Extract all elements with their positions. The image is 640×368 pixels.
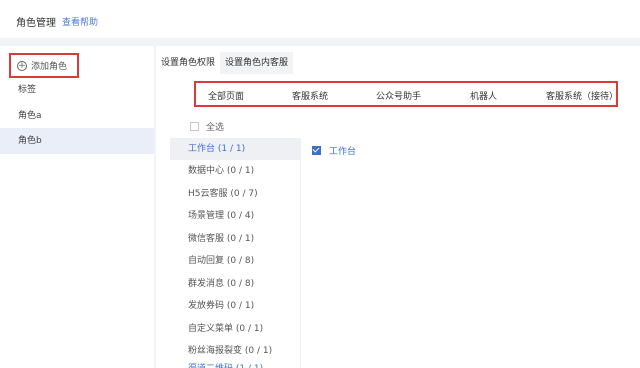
- plus-circle-icon: +: [17, 60, 27, 71]
- tab-role-permissions[interactable]: 设置角色权限: [156, 52, 220, 74]
- module-list: 工作台 (1 / 1) 数据中心 (0 / 1) H5云客服 (0 / 7) 场…: [170, 138, 300, 368]
- checkbox-checked-icon: [312, 146, 321, 155]
- category-official-account-helper[interactable]: 公众号助手: [376, 89, 421, 102]
- page-title: 角色管理: [16, 18, 56, 29]
- divider: [300, 138, 301, 368]
- list-item[interactable]: 渠道二维码 (1 / 1): [170, 358, 300, 368]
- category-service-reception[interactable]: 客服系统（接待）: [546, 89, 618, 102]
- add-role-button[interactable]: + 添加角色: [9, 53, 79, 78]
- list-item[interactable]: 数据中心 (0 / 1): [170, 160, 300, 182]
- list-item[interactable]: 微信客服 (0 / 1): [170, 228, 300, 250]
- add-role-label: 添加角色: [31, 62, 68, 72]
- select-all-checkbox[interactable]: 全选: [190, 120, 224, 133]
- category-service-system[interactable]: 客服系统: [292, 89, 328, 102]
- list-item[interactable]: H5云客服 (0 / 7): [170, 183, 300, 205]
- select-all-label: 全选: [206, 123, 225, 133]
- list-item[interactable]: 自动回复 (0 / 8): [170, 250, 300, 272]
- help-link[interactable]: 查看帮助: [62, 15, 98, 28]
- category-robot[interactable]: 机器人: [470, 89, 497, 102]
- category-filter-bar: 全部页面 客服系统 公众号助手 机器人 客服系统（接待）: [194, 81, 618, 107]
- main-panel: 设置角色权限 设置角色内客服 全部页面 客服系统 公众号助手 机器人 客服系统（…: [156, 46, 640, 368]
- permission-label: 工作台: [329, 147, 357, 157]
- category-all-pages[interactable]: 全部页面: [208, 89, 244, 102]
- page-header: 角色管理 查看帮助: [0, 0, 640, 38]
- list-item[interactable]: 群发消息 (0 / 8): [170, 273, 300, 295]
- role-sidebar: + 添加角色 标签 角色a 角色b: [0, 46, 154, 368]
- checkbox-icon: [190, 122, 199, 131]
- sidebar-item-tag[interactable]: 标签: [0, 77, 154, 103]
- tab-role-agents[interactable]: 设置角色内客服: [220, 52, 294, 74]
- list-item[interactable]: 自定义菜单 (0 / 1): [170, 318, 300, 340]
- tab-bar: 设置角色权限 设置角色内客服: [156, 52, 294, 74]
- sidebar-item-role-a[interactable]: 角色a: [0, 103, 154, 129]
- list-item[interactable]: 场景管理 (0 / 4): [170, 205, 300, 227]
- permission-checkbox-workbench[interactable]: 工作台: [312, 144, 356, 157]
- list-item[interactable]: 工作台 (1 / 1): [170, 138, 300, 160]
- list-item[interactable]: 发放券码 (0 / 1): [170, 295, 300, 317]
- sidebar-item-role-b[interactable]: 角色b: [0, 128, 154, 154]
